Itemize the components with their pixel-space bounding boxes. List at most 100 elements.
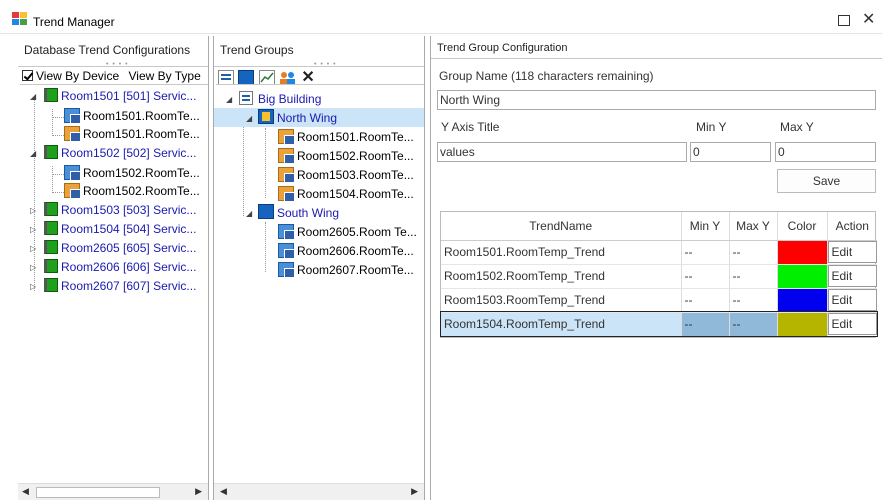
close-icon[interactable]: ✕ [862,10,875,30]
y-axis-title-input[interactable]: values [437,142,687,162]
view-by-device-checkbox[interactable] [22,70,33,81]
expand-icon[interactable]: ▷ [30,206,36,215]
add-folder-icon[interactable] [238,69,255,85]
new-group-icon[interactable] [218,69,234,85]
window-title: Trend Manager [33,15,115,29]
horizontal-scrollbar[interactable]: ◀ ▶ [18,483,208,500]
edit-button[interactable]: Edit [827,265,877,287]
tree-node-trend[interactable]: Room1502.RoomTe... [278,147,414,165]
min-y-cell: -- [681,264,730,289]
tree-node-device[interactable]: Room2605 [605] Servic... [44,239,196,257]
tree-node-trend[interactable]: Room1504.RoomTe... [278,185,414,203]
tree-node-trend[interactable]: Room1501.RoomTe... [64,107,200,125]
max-y-cell: -- [729,264,778,289]
trend-icon [64,165,81,181]
tree-node-root[interactable]: Big Building [239,90,321,108]
column-header-trendname[interactable]: TrendName [441,212,682,241]
scroll-left-icon[interactable]: ◀ [220,486,227,497]
table-row[interactable]: Room1501.RoomTemp_Trend -- -- Edit [441,240,877,265]
trend-icon [278,129,295,145]
tree-node-trend[interactable]: Room2606.RoomTe... [278,242,414,260]
group-name-input[interactable]: North Wing [437,90,876,110]
color-swatch[interactable] [777,240,828,265]
trend-table: TrendName Min Y Max Y Color Action Room1… [440,211,878,338]
title-bar: Trend Manager ✕ [0,0,882,34]
scroll-right-icon[interactable]: ▶ [195,486,202,497]
scroll-left-icon[interactable]: ◀ [22,486,29,497]
tree-node-device[interactable]: Room1501 [501] Servic... [44,87,196,105]
tree-node-device[interactable]: Room1502 [502] Servic... [44,144,196,162]
tree-node-trend[interactable]: Room1502.RoomTe... [64,164,200,182]
view-by-device-label[interactable]: View By Device [36,69,119,83]
max-y-cell: -- [729,240,778,265]
expand-icon[interactable]: ▷ [30,225,36,234]
tree-node-trend[interactable]: Room2607.RoomTe... [278,261,414,279]
max-y-cell: -- [729,288,778,313]
trend-name-cell: Room1501.RoomTemp_Trend [441,240,682,265]
view-by-type-label[interactable]: View By Type [129,69,201,83]
tree-node-trend[interactable]: Room1501.RoomTe... [278,128,414,146]
collapse-icon[interactable]: ◢ [226,95,232,104]
collapse-icon[interactable]: ◢ [30,149,36,158]
device-book-icon [44,240,58,254]
table-row[interactable]: Room1502.RoomTemp_Trend -- -- Edit [441,264,877,289]
column-header-action[interactable]: Action [827,212,877,241]
max-y-cell: -- [729,312,778,337]
scroll-track[interactable] [234,487,406,498]
max-y-input[interactable]: 0 [775,142,876,162]
device-book-icon [44,202,58,216]
table-row[interactable]: Room1503.RoomTemp_Trend -- -- Edit [441,288,877,313]
scroll-thumb[interactable] [36,487,160,498]
device-book-icon [44,221,58,235]
tree-node-trend[interactable]: Room1502.RoomTe... [64,182,200,200]
trend-icon [64,126,81,142]
trend-name-cell: Room1503.RoomTemp_Trend [441,288,682,313]
tree-node-group-south-wing[interactable]: South Wing [258,204,339,222]
app-icon [12,12,28,26]
tree-node-trend[interactable]: Room1503.RoomTe... [278,166,414,184]
collapse-icon[interactable]: ◢ [30,92,36,101]
trend-icon [278,224,295,240]
horizontal-scrollbar[interactable]: ◀ ▶ [214,483,424,500]
users-icon[interactable] [279,70,297,85]
column-header-max-y[interactable]: Max Y [729,212,778,241]
color-swatch[interactable] [777,264,828,289]
expand-icon[interactable]: ▷ [30,282,36,291]
scroll-right-icon[interactable]: ▶ [411,486,418,497]
edit-button[interactable]: Edit [827,289,877,311]
tree-node-device[interactable]: Room2607 [607] Servic... [44,277,196,295]
tree-node-group-north-wing[interactable]: North Wing [258,109,337,127]
column-header-min-y[interactable]: Min Y [681,212,730,241]
expand-icon[interactable]: ▷ [30,244,36,253]
tree-node-device[interactable]: Room1504 [504] Servic... [44,220,196,238]
device-book-icon [44,88,58,102]
y-axis-title-label: Y Axis Title [441,120,500,134]
color-swatch[interactable] [777,288,828,313]
collapse-icon[interactable]: ◢ [246,209,252,218]
edit-button[interactable]: Edit [827,313,877,335]
min-y-cell: -- [681,312,730,337]
tree-node-device[interactable]: Room1503 [503] Servic... [44,201,196,219]
color-swatch[interactable] [777,312,828,337]
collapse-icon[interactable]: ◢ [246,114,252,123]
trend-name-cell: Room1504.RoomTemp_Trend [441,312,682,337]
tree-node-trend[interactable]: Room2605.Room Te... [278,223,417,241]
device-book-icon [44,259,58,273]
chart-icon[interactable] [258,69,275,85]
max-y-label: Max Y [780,120,814,134]
tree-node-device[interactable]: Room2606 [606] Servic... [44,258,196,276]
trend-icon [64,183,81,199]
trend-icon [278,148,295,164]
expand-icon[interactable]: ▷ [30,263,36,272]
trend-icon [278,186,295,202]
column-header-color[interactable]: Color [777,212,828,241]
table-row-selected[interactable]: Room1504.RoomTemp_Trend -- -- Edit [440,311,878,337]
maximize-icon[interactable] [838,15,850,26]
tree-node-trend[interactable]: Room1501.RoomTe... [64,125,200,143]
min-y-input[interactable]: 0 [690,142,771,162]
device-book-icon [44,278,58,292]
group-name-label: Group Name (118 characters remaining) [439,69,654,83]
trend-name-cell: Room1502.RoomTemp_Trend [441,264,682,289]
save-button[interactable]: Save [777,169,876,193]
edit-button[interactable]: Edit [827,241,877,263]
